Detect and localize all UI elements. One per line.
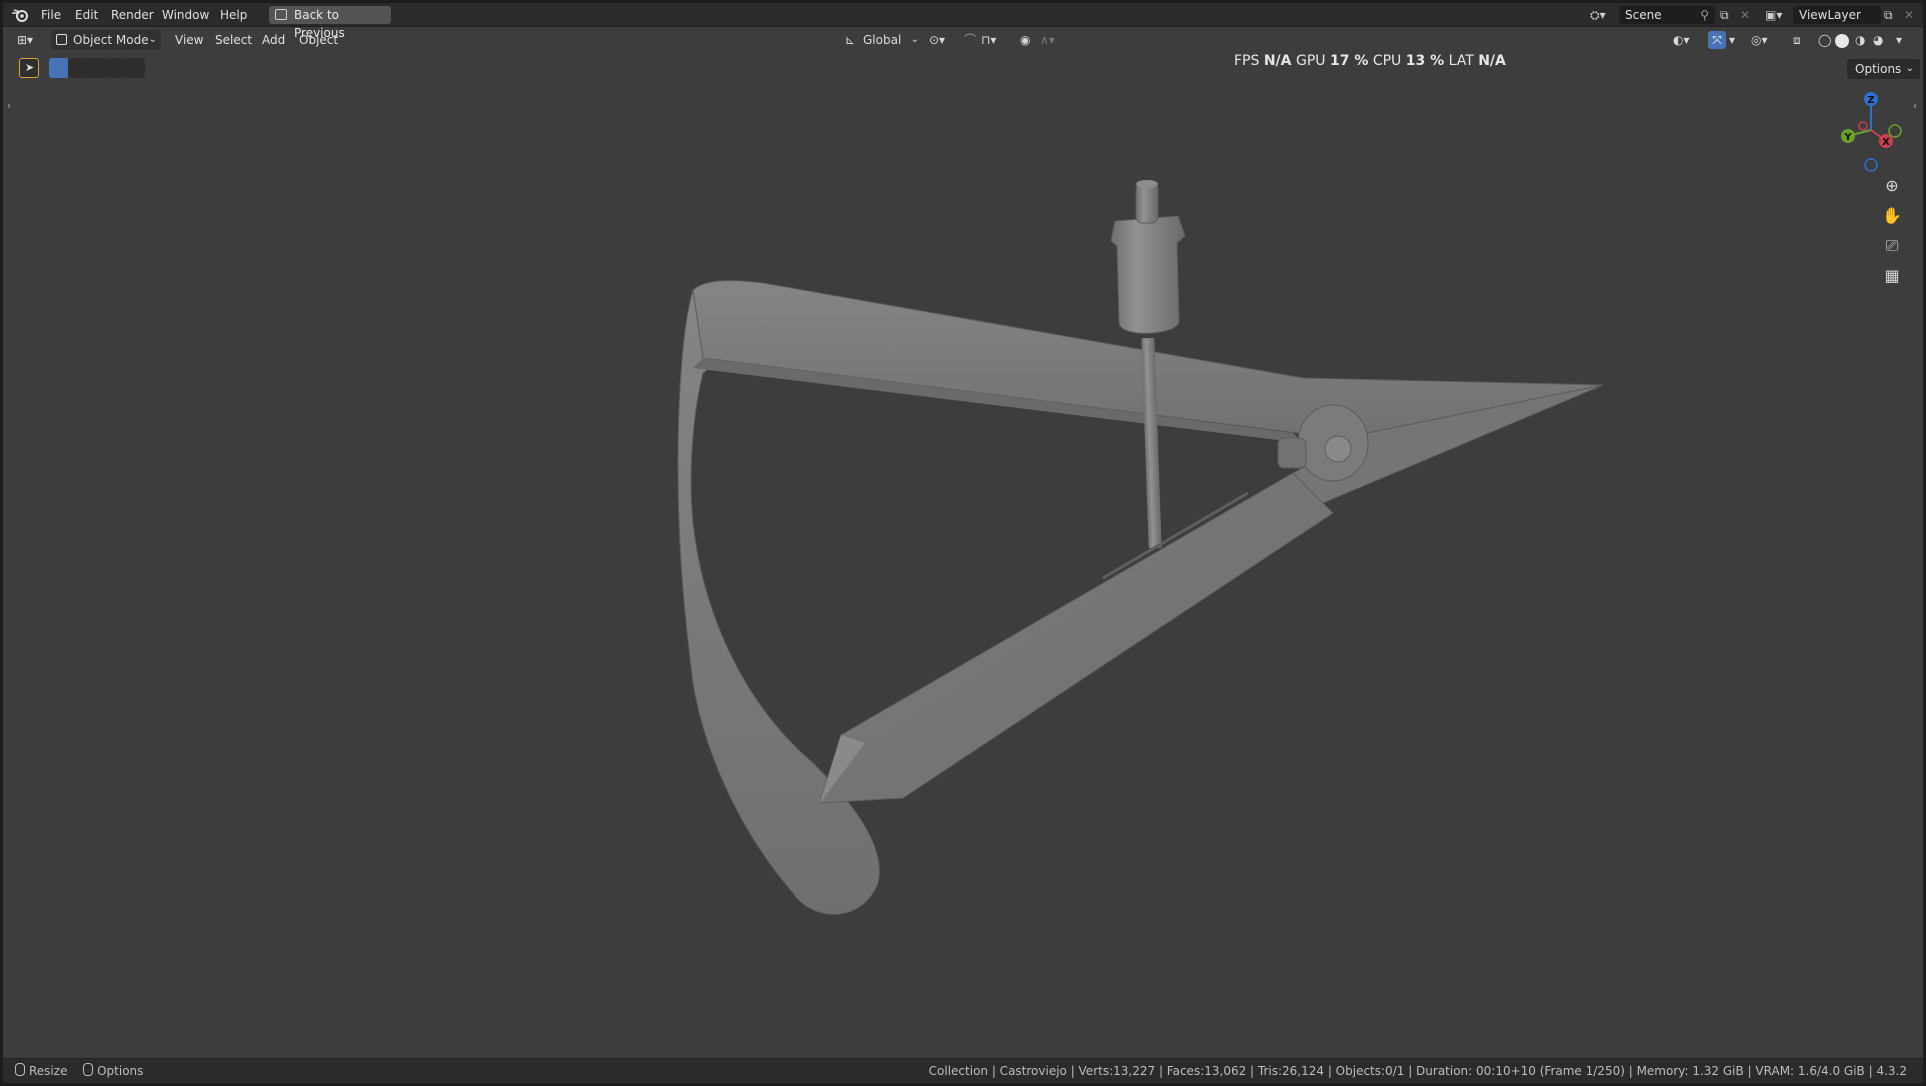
navigation-gizmo[interactable]: Z Y X — [1828, 88, 1918, 178]
chevron-down-icon: ⌄ — [148, 34, 157, 45]
scene-selector[interactable]: Scene ⚲ — [1619, 6, 1715, 24]
select-subtract-icon[interactable] — [87, 58, 107, 78]
material-shading-icon[interactable]: ◑ — [1855, 30, 1865, 50]
viewport-3d[interactable] — [3, 3, 1923, 1083]
axis-x-label: X — [1882, 137, 1890, 148]
select-new-icon[interactable] — [49, 58, 69, 78]
proportional-edit-icon[interactable]: ◉ — [1020, 30, 1030, 50]
gpu-label: GPU — [1295, 53, 1326, 69]
overlay-icon[interactable]: ◎▾ — [1751, 30, 1768, 50]
axis-neg-y-handle[interactable] — [1888, 124, 1902, 138]
options-label: Options — [1855, 62, 1902, 76]
chevron-down-icon: ⌄ — [1905, 63, 1914, 74]
toolbar-expand-arrow-icon[interactable]: › — [7, 101, 11, 112]
falloff-icon[interactable]: ∧▾ — [1040, 30, 1055, 50]
screw-top — [1136, 180, 1158, 188]
pivot-point-icon[interactable]: ⊙▾ — [929, 30, 945, 50]
castroviejo-caliper-model[interactable] — [677, 180, 1604, 915]
blender-window: File Edit Render Window Help Back to Pre… — [3, 3, 1923, 1083]
mode-label: Object Mode — [73, 33, 149, 47]
lat-value: N/A — [1478, 53, 1506, 69]
mouse-right-icon — [83, 1063, 94, 1076]
status-bar: Resize Options Collection | Castroviejo … — [3, 1058, 1923, 1083]
xray-icon[interactable]: ⧈ — [1793, 30, 1801, 50]
mode-dropdown[interactable]: Object Mode ⌄ — [51, 30, 161, 50]
back-icon — [275, 9, 287, 20]
cpu-value: 13 % — [1405, 53, 1445, 69]
blender-logo-icon[interactable] — [11, 7, 29, 23]
viewport-header: ⊞▾ Object Mode ⌄ View Select Add Object … — [3, 27, 1923, 69]
wireframe-shading-icon[interactable]: ◯ — [1818, 30, 1831, 50]
viewlayer-type-icon[interactable]: ▣▾ — [1765, 6, 1782, 24]
pan-hand-icon[interactable]: ✋ — [1879, 203, 1905, 229]
chevron-down-icon[interactable]: ▾ — [1729, 30, 1735, 50]
orientation-label: Global — [863, 33, 902, 47]
back-to-previous-button[interactable]: Back to Previous — [269, 6, 391, 40]
fps-value: N/A — [1263, 53, 1292, 69]
hint-options: Options — [97, 1064, 144, 1078]
cursor-arrow-icon: ➤ — [25, 61, 35, 74]
viewlayer-selector[interactable]: ViewLayer — [1793, 6, 1881, 24]
viewlayer-label: ViewLayer — [1799, 8, 1861, 22]
delete-scene-icon[interactable]: ✕ — [1740, 6, 1750, 24]
status-hints: Resize Options — [15, 1059, 143, 1083]
transform-orientation-dropdown[interactable]: ⊾ Global ⌄ — [841, 30, 921, 50]
gpu-value: 17 % — [1329, 53, 1369, 69]
visibility-icon[interactable]: ◐▾ — [1673, 30, 1690, 50]
menu-object[interactable]: Object — [293, 30, 344, 50]
select-tool-icon[interactable]: ➤ — [19, 58, 39, 78]
menu-view[interactable]: View — [169, 30, 209, 50]
menu-file[interactable]: File — [35, 3, 67, 27]
menu-select[interactable]: Select — [209, 30, 258, 50]
new-scene-icon[interactable]: ⧉ — [1720, 6, 1729, 24]
chevron-down-icon: ⌄ — [910, 34, 919, 45]
axis-z-label: Z — [1867, 95, 1874, 106]
menu-edit[interactable]: Edit — [69, 3, 104, 27]
performance-stats: FPS N/A GPU 17 % CPU 13 % LAT N/A — [1234, 53, 1506, 69]
menu-window[interactable]: Window — [156, 3, 215, 27]
snap-target-icon[interactable]: ⊓▾ — [981, 30, 996, 50]
mouse-left-icon — [15, 1063, 25, 1076]
cpu-label: CPU — [1372, 53, 1402, 69]
editor-type-icon[interactable]: ⊞▾ — [17, 30, 33, 50]
camera-icon[interactable]: ⎚ — [1879, 233, 1905, 259]
fps-label: FPS — [1234, 53, 1260, 69]
grid-ortho-icon[interactable]: ▦ — [1879, 263, 1905, 289]
hint-resize: Resize — [29, 1064, 68, 1078]
delete-viewlayer-icon[interactable]: ✕ — [1904, 6, 1914, 24]
caliper-lower-bar — [819, 472, 1334, 804]
hinge-collar — [1277, 437, 1307, 469]
menu-help[interactable]: Help — [214, 3, 253, 27]
snap-icon[interactable]: ⌒ — [964, 30, 976, 50]
hinge-pin — [1324, 435, 1352, 463]
lat-label: LAT — [1448, 53, 1474, 69]
axis-neg-z-handle[interactable] — [1864, 158, 1878, 172]
solid-shading-icon[interactable] — [1835, 34, 1849, 48]
select-intersect-icon[interactable] — [125, 58, 145, 78]
pin-icon[interactable]: ⚲ — [1700, 6, 1709, 24]
scene-label: Scene — [1625, 8, 1662, 22]
top-menu-bar: File Edit Render Window Help Back to Pre… — [3, 3, 1923, 40]
menu-render[interactable]: Render — [105, 3, 160, 27]
gizmo-toggle-icon[interactable]: ⤧ — [1708, 31, 1726, 49]
rendered-shading-icon[interactable]: ◕ — [1873, 30, 1883, 50]
zoom-icon[interactable]: ⊕ — [1879, 173, 1905, 199]
new-viewlayer-icon[interactable]: ⧉ — [1884, 6, 1893, 24]
object-mode-icon — [56, 34, 67, 45]
scene-type-icon[interactable]: ⛭▾ — [1590, 6, 1606, 24]
viewport-options-button[interactable]: Options ⌄ — [1847, 59, 1920, 79]
select-invert-icon[interactable] — [106, 58, 126, 78]
screw-cap — [1110, 215, 1186, 334]
menu-add[interactable]: Add — [256, 30, 291, 50]
chevron-down-icon[interactable]: ▾ — [1896, 30, 1902, 50]
axis-neg-x-handle[interactable] — [1858, 121, 1868, 131]
select-extend-icon[interactable] — [68, 58, 88, 78]
axis-y-label: Y — [1843, 132, 1852, 143]
scene-statistics: Collection | Castroviejo | Verts:13,227 … — [928, 1064, 1907, 1078]
screw-stem — [1135, 182, 1159, 224]
orientation-axes-icon: ⊾ — [845, 33, 856, 47]
